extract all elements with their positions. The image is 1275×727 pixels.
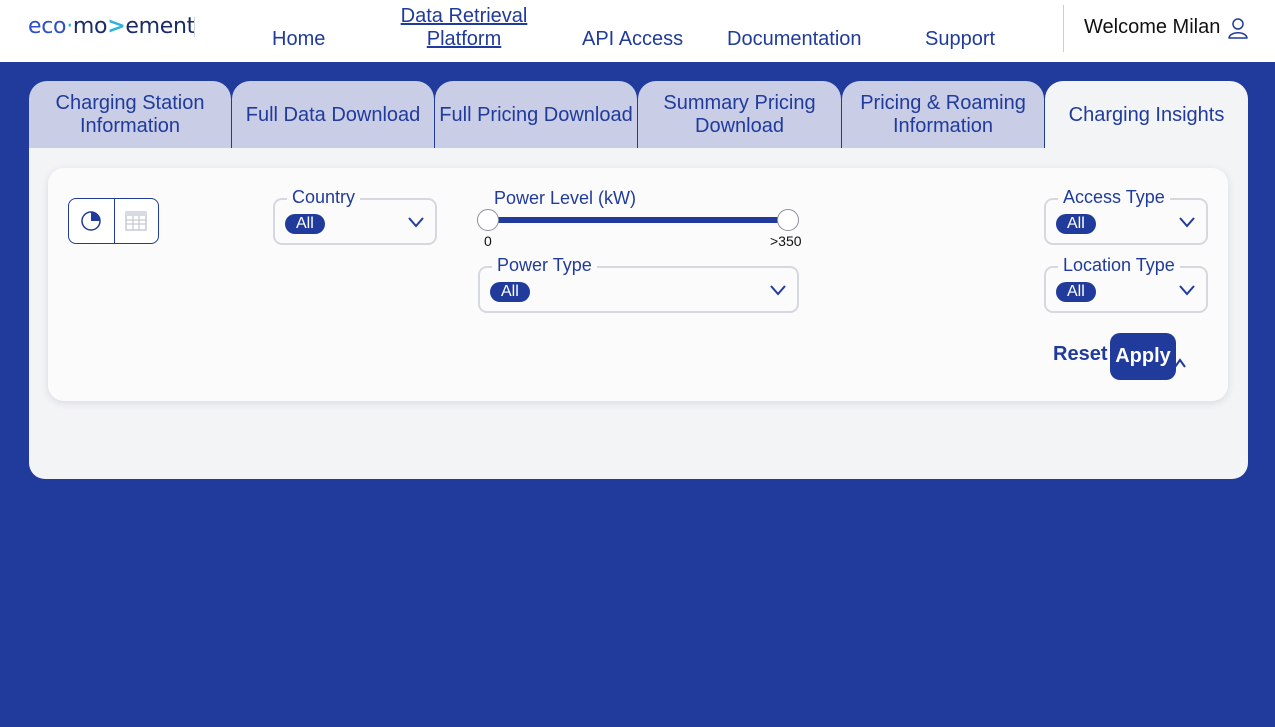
access-type-value-chip: All bbox=[1056, 214, 1096, 234]
power-level-label: Power Level (kW) bbox=[494, 188, 637, 208]
tab-full-pricing-download[interactable]: Full Pricing Download bbox=[435, 81, 637, 149]
nav-documentation-link[interactable]: Documentation bbox=[727, 28, 862, 51]
eco-movement-logo[interactable]: eco·mo>ement bbox=[28, 14, 195, 39]
power-type-label: Power Type bbox=[492, 254, 597, 276]
chevron-down-icon bbox=[770, 285, 786, 296]
country-select[interactable]: Country All bbox=[273, 186, 437, 245]
country-value-chip: All bbox=[285, 214, 325, 234]
nav-support-link[interactable]: Support bbox=[925, 28, 995, 51]
logo-divider bbox=[194, 17, 195, 37]
user-icon[interactable] bbox=[1227, 17, 1249, 39]
apply-button[interactable]: Apply bbox=[1110, 333, 1176, 380]
nav-home-link[interactable]: Home bbox=[272, 28, 325, 51]
country-label: Country bbox=[287, 186, 361, 208]
welcome-text: Welcome Milan bbox=[1084, 16, 1221, 38]
power-type-value-chip: All bbox=[490, 282, 530, 302]
power-level-max-label: >350 bbox=[770, 233, 802, 249]
chart-view-button[interactable] bbox=[69, 199, 114, 243]
power-level-min-handle[interactable] bbox=[477, 209, 499, 231]
power-level-min-label: 0 bbox=[484, 233, 492, 249]
access-type-select[interactable]: Access Type All bbox=[1044, 186, 1208, 245]
reset-button[interactable]: Reset bbox=[1048, 343, 1112, 366]
chevron-down-icon bbox=[1179, 285, 1195, 296]
pie-chart-icon bbox=[81, 211, 101, 231]
table-icon bbox=[125, 211, 147, 231]
tab-pricing-roaming-information[interactable]: Pricing & Roaming Information bbox=[842, 81, 1044, 149]
location-type-select[interactable]: Location Type All bbox=[1044, 254, 1208, 313]
power-level-max-handle[interactable] bbox=[777, 209, 799, 231]
access-type-label: Access Type bbox=[1058, 186, 1170, 208]
nav-api-access-link[interactable]: API Access bbox=[582, 28, 683, 51]
table-view-button[interactable] bbox=[113, 199, 159, 243]
top-navigation-bar: eco·mo>ement Home Data Retrieval Platfor… bbox=[0, 0, 1275, 62]
header-divider bbox=[1063, 5, 1064, 52]
nav-data-retrieval-platform-link[interactable]: Data Retrieval Platform bbox=[395, 5, 533, 51]
chevron-down-icon bbox=[408, 217, 424, 228]
power-type-select[interactable]: Power Type All bbox=[478, 254, 799, 313]
chevron-up-icon[interactable] bbox=[1173, 357, 1187, 369]
tab-charging-insights[interactable]: Charging Insights bbox=[1045, 81, 1248, 149]
location-type-value-chip: All bbox=[1056, 282, 1096, 302]
tab-summary-pricing-download[interactable]: Summary Pricing Download bbox=[638, 81, 841, 149]
tab-full-data-download[interactable]: Full Data Download bbox=[232, 81, 434, 149]
power-level-slider-track[interactable] bbox=[488, 217, 788, 223]
location-type-label: Location Type bbox=[1058, 254, 1180, 276]
view-toggle bbox=[68, 198, 159, 244]
tab-charging-station-information[interactable]: Charging Station Information bbox=[29, 81, 231, 149]
chevron-down-icon bbox=[1179, 217, 1195, 228]
